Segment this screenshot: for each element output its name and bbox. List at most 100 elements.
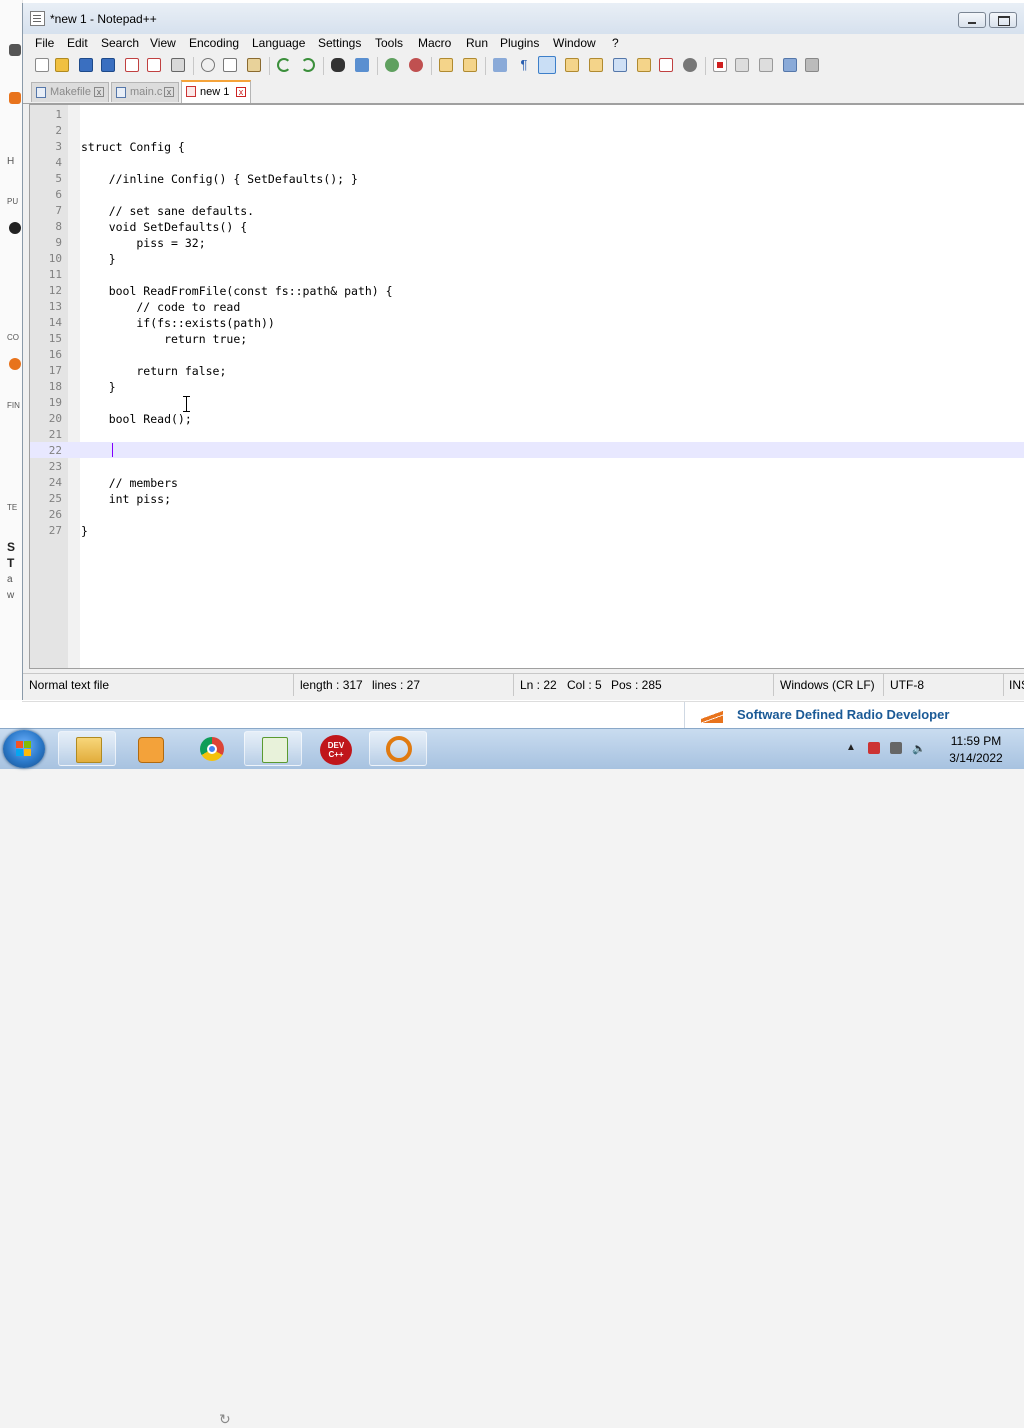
code-line[interactable]: 13 // code to read — [30, 298, 1024, 314]
menu-window[interactable]: Window — [553, 36, 596, 50]
minimize-button[interactable] — [958, 12, 986, 28]
code-line[interactable]: 3 struct Config { — [30, 138, 1024, 154]
show-all-characters-icon[interactable]: ¶ — [517, 58, 531, 72]
save-all-icon[interactable] — [101, 58, 115, 72]
show-hidden-icons-icon[interactable]: ▲ — [846, 742, 858, 754]
menu-edit[interactable]: Edit — [67, 36, 88, 50]
clock-time[interactable]: 11:59 PM — [936, 734, 1016, 748]
cut-icon[interactable] — [201, 58, 215, 72]
run-macro-multiple-icon[interactable] — [783, 58, 797, 72]
replace-icon[interactable] — [355, 58, 369, 72]
close-tab-icon[interactable]: x — [236, 87, 246, 97]
tab-new-1[interactable]: new 1 x — [181, 80, 251, 103]
code-line[interactable]: 19 — [30, 394, 1024, 410]
play-macro-icon[interactable] — [759, 58, 773, 72]
code-line[interactable]: 27} — [30, 522, 1024, 538]
menu-macro[interactable]: Macro — [418, 36, 451, 50]
code-line[interactable]: 1 — [30, 106, 1024, 122]
code-line[interactable]: 6 — [30, 186, 1024, 202]
menu-encoding[interactable]: Encoding — [189, 36, 239, 50]
taskbar-chrome[interactable] — [182, 731, 240, 766]
zoom-out-icon[interactable] — [409, 58, 423, 72]
code-line[interactable]: 5 //inline Config() { SetDefaults(); } — [30, 170, 1024, 186]
menu-language[interactable]: Language — [252, 36, 305, 50]
code-line[interactable]: 11 — [30, 266, 1024, 282]
code-line[interactable]: 18 } — [30, 378, 1024, 394]
open-file-icon[interactable] — [55, 58, 69, 72]
menu-settings[interactable]: Settings — [318, 36, 361, 50]
close-file-icon[interactable] — [125, 58, 139, 72]
code-line[interactable]: 26 — [30, 506, 1024, 522]
word-wrap-icon[interactable] — [493, 58, 507, 72]
folder-as-workspace-icon[interactable] — [637, 58, 651, 72]
code-line[interactable]: 7 // set sane defaults. — [30, 202, 1024, 218]
print-icon[interactable] — [171, 58, 185, 72]
sync-vertical-icon[interactable] — [439, 58, 453, 72]
close-tab-icon[interactable]: x — [164, 87, 174, 97]
monitoring-icon[interactable] — [659, 58, 673, 72]
code-line[interactable]: 25 int piss; — [30, 490, 1024, 506]
background-ad-banner[interactable]: Software Defined Radio Developer — [684, 702, 985, 728]
code-line[interactable]: 9 piss = 32; — [30, 234, 1024, 250]
code-line[interactable]: 2 — [30, 122, 1024, 138]
taskbar-dev-cpp[interactable]: DEV C++ — [306, 731, 364, 766]
volume-icon[interactable]: 🔈 — [912, 742, 926, 755]
code-line[interactable]: 22 — [30, 442, 1024, 458]
code-line[interactable]: 12 bool ReadFromFile(const fs::path& pat… — [30, 282, 1024, 298]
menu-view[interactable]: View — [150, 36, 176, 50]
eye-icon[interactable] — [683, 58, 697, 72]
code-line[interactable]: 15 return true; — [30, 330, 1024, 346]
tab-main-c[interactable]: main.c x — [111, 82, 179, 102]
new-file-icon[interactable] — [35, 58, 49, 72]
redo-icon[interactable] — [301, 58, 315, 72]
indent-guide-icon[interactable] — [538, 56, 556, 74]
code-line[interactable]: 8 void SetDefaults() { — [30, 218, 1024, 234]
code-line[interactable]: 24 // members — [30, 474, 1024, 490]
menu-file[interactable]: File — [35, 36, 54, 50]
code-line[interactable]: 23 — [30, 458, 1024, 474]
menu-plugins[interactable]: Plugins — [500, 36, 539, 50]
code-line[interactable]: 10 } — [30, 250, 1024, 266]
menu-help[interactable]: ? — [612, 36, 619, 50]
sync-horizontal-icon[interactable] — [463, 58, 477, 72]
code-editor[interactable]: 1 2 3 struct Config {4 5 //inline Config() {… — [29, 104, 1024, 669]
close-tab-icon[interactable]: x — [94, 87, 104, 97]
undo-icon[interactable] — [277, 58, 291, 72]
status-encoding[interactable]: UTF-8 — [883, 674, 1003, 696]
ad-title[interactable]: Software Defined Radio Developer — [737, 707, 949, 722]
tab-makefile[interactable]: Makefile x — [31, 82, 109, 102]
paste-icon[interactable] — [247, 58, 261, 72]
zoom-in-icon[interactable] — [385, 58, 399, 72]
menu-run[interactable]: Run — [466, 36, 488, 50]
document-map-icon[interactable] — [589, 58, 603, 72]
stop-macro-icon[interactable] — [735, 58, 749, 72]
taskbar-notepad-plus-plus[interactable] — [244, 731, 302, 766]
code-line[interactable]: 21 — [30, 426, 1024, 442]
taskbar-media-player[interactable] — [120, 731, 178, 766]
function-list-icon[interactable] — [613, 58, 627, 72]
taskbar-search-tool[interactable] — [369, 731, 427, 766]
save-macro-icon[interactable] — [805, 58, 819, 72]
copy-icon[interactable] — [223, 58, 237, 72]
code-line[interactable]: 14 if(fs::exists(path)) — [30, 314, 1024, 330]
code-line[interactable]: 4 — [30, 154, 1024, 170]
close-all-icon[interactable] — [147, 58, 161, 72]
status-insert-mode[interactable]: INS — [1003, 674, 1024, 696]
taskbar-file-explorer[interactable] — [58, 731, 116, 766]
network-icon[interactable] — [890, 742, 902, 754]
clock-date[interactable]: 3/14/2022 — [936, 751, 1016, 765]
save-icon[interactable] — [79, 58, 93, 72]
start-button[interactable] — [3, 730, 45, 768]
action-center-icon[interactable] — [868, 742, 880, 754]
language-icon[interactable] — [565, 58, 579, 72]
title-bar[interactable]: *new 1 - Notepad++ — [23, 3, 1024, 34]
menu-tools[interactable]: Tools — [375, 36, 403, 50]
status-eol[interactable]: Windows (CR LF) — [773, 674, 883, 696]
record-macro-icon[interactable] — [713, 58, 727, 72]
history-icon[interactable]: ↻ — [219, 1411, 231, 1428]
code-line[interactable]: 17 return false; — [30, 362, 1024, 378]
code-line[interactable]: 20 bool Read(); — [30, 410, 1024, 426]
menu-search[interactable]: Search — [101, 36, 139, 50]
find-icon[interactable] — [331, 58, 345, 72]
code-line[interactable]: 16 — [30, 346, 1024, 362]
